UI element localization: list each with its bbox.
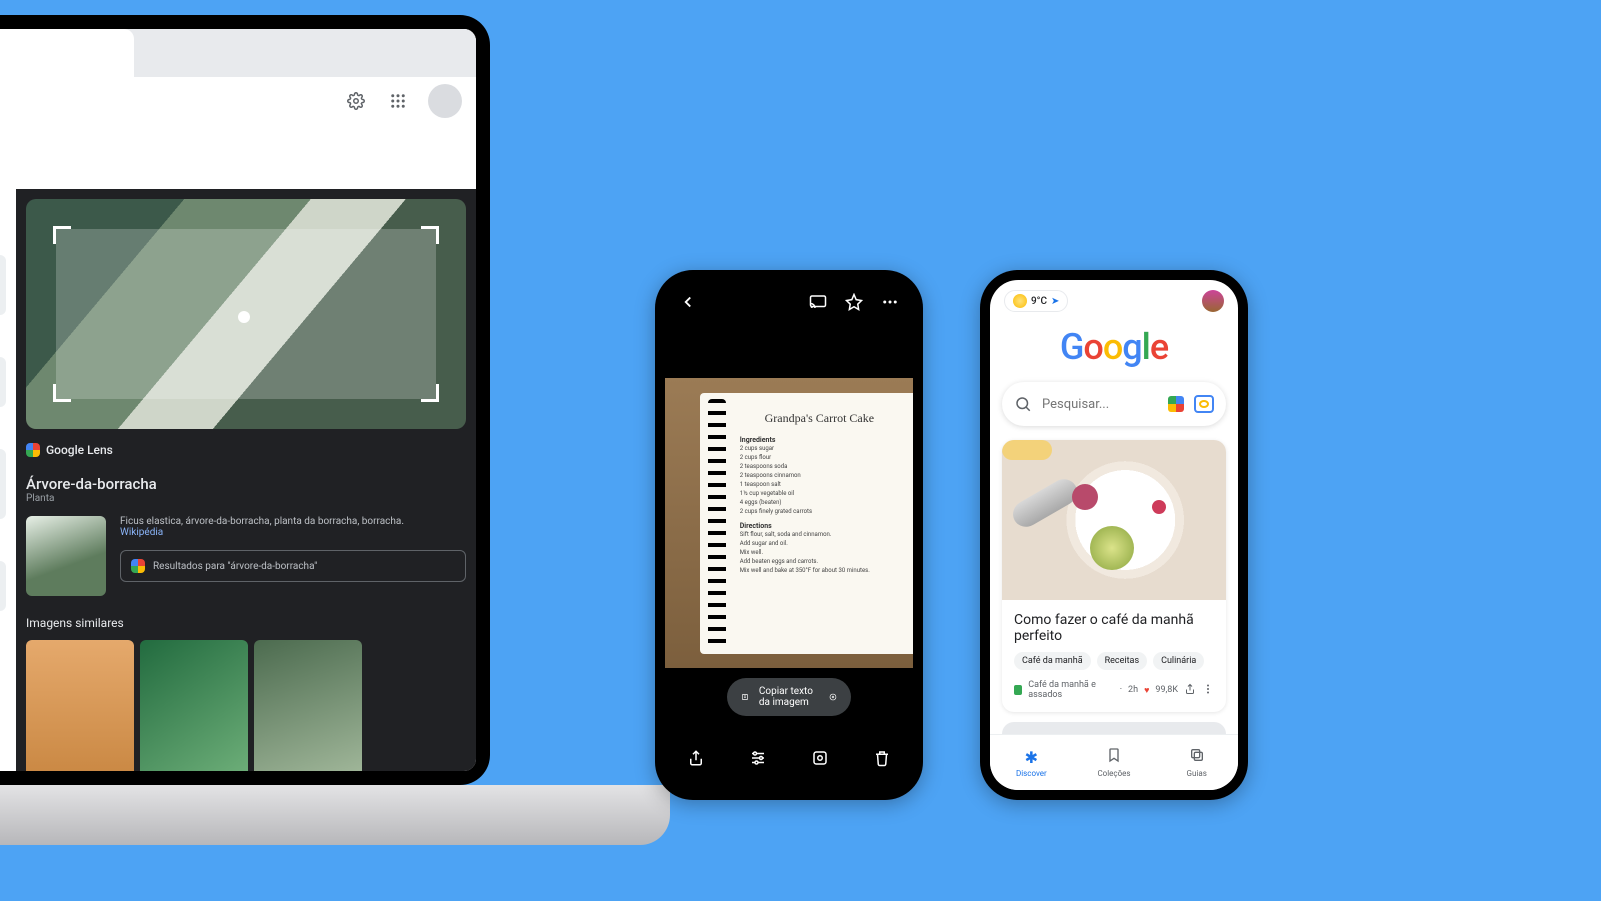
star-icon[interactable] <box>845 293 863 315</box>
similar-image[interactable] <box>140 640 248 771</box>
delete-icon[interactable] <box>873 749 891 771</box>
ingredient-line: 4 eggs (beaten) <box>740 498 899 507</box>
weather-pill[interactable]: 9°C ➤ <box>1004 290 1068 312</box>
ingredient-line: 2 cups flour <box>740 453 899 462</box>
photo-viewport[interactable]: Grandpa's Carrot Cake Ingredients 2 cups… <box>665 378 913 668</box>
card-title: Como fazer o café da manhã perfeito <box>1002 600 1226 652</box>
account-avatar[interactable] <box>1202 290 1224 312</box>
copy-text-button[interactable]: Copiar texto da imagem <box>727 678 851 716</box>
bookmark-icon <box>1106 747 1122 767</box>
search-placeholder: Pesquisar... <box>1042 397 1158 412</box>
bottom-nav: ✱ Discover Coleções Guias <box>990 734 1238 790</box>
more-icon[interactable] <box>881 293 899 315</box>
account-avatar[interactable] <box>428 84 462 118</box>
crop-overlay[interactable] <box>56 229 436 399</box>
google-logo: Google <box>990 326 1238 368</box>
card-image <box>1002 440 1226 600</box>
search-field[interactable]: Pesquisar... <box>1002 382 1226 426</box>
directions-heading: Directions <box>740 522 899 530</box>
phone-google-app-mockup: 9°C ➤ Google Pesquisar... Como fazer o c… <box>980 270 1248 800</box>
direction-line: Add beaten eggs and carrots. <box>740 557 899 566</box>
tune-icon[interactable] <box>749 749 767 771</box>
ingredient-line: 2 teaspoons cinnamon <box>740 471 899 480</box>
ingredient-line: 1½ cup vegetable oil <box>740 489 899 498</box>
back-button[interactable] <box>679 293 697 315</box>
focus-dot-icon <box>238 311 250 323</box>
share-icon[interactable] <box>687 749 705 771</box>
camera-lens-icon[interactable] <box>1194 395 1214 413</box>
direction-line: Sift flour, salt, soda and cinnamon. <box>740 530 899 539</box>
result-subtitle: Planta <box>26 493 466 504</box>
result-title: Árvore-da-borracha <box>26 475 466 493</box>
lens-brand-label: Google Lens <box>26 443 466 457</box>
google-lens-panel: Google Lens Árvore-da-borracha Planta Fi… <box>16 189 476 771</box>
result-description: Ficus elastica, árvore-da-borracha, plan… <box>120 516 466 527</box>
share-icon[interactable] <box>1184 683 1196 698</box>
laptop-mockup: Google Lens Árvore-da-borracha Planta Fi… <box>0 15 510 835</box>
result-thumbnail[interactable] <box>26 516 106 596</box>
discover-icon: ✱ <box>1025 748 1038 767</box>
discover-card[interactable]: Como fazer o café da manhã perfeito Café… <box>1002 440 1226 712</box>
ingredient-line: 2 cups sugar <box>740 444 899 453</box>
nav-discover[interactable]: ✱ Discover <box>990 735 1073 790</box>
temperature-label: 9°C <box>1031 296 1047 307</box>
result-source-link[interactable]: Wikipédia <box>120 527 163 538</box>
direction-line: Add sugar and oil. <box>740 539 899 548</box>
settings-gear-icon[interactable] <box>344 89 368 113</box>
sun-icon <box>1013 294 1027 308</box>
nav-collections[interactable]: Coleções <box>1073 735 1156 790</box>
heart-icon[interactable]: ♥ <box>1144 685 1149 696</box>
ingredient-line: 2 cups finely grated carrots <box>740 507 899 516</box>
mic-icon[interactable] <box>1168 396 1184 412</box>
similar-image[interactable] <box>254 640 362 771</box>
topic-chip[interactable]: Café da manhã <box>1014 652 1091 670</box>
similar-image[interactable] <box>26 640 134 771</box>
card-time: 2h <box>1128 685 1138 695</box>
search-results-column <box>0 189 16 771</box>
ingredients-heading: Ingredients <box>740 436 899 444</box>
search-icon <box>1014 395 1032 413</box>
google-lens-icon <box>131 559 145 573</box>
direction-line: Mix well and bake at 350°F for about 30 … <box>740 566 899 575</box>
browser-chrome <box>0 29 476 189</box>
browser-tab[interactable] <box>0 29 134 77</box>
recipe-page: Grandpa's Carrot Cake Ingredients 2 cups… <box>700 393 913 654</box>
google-lens-icon <box>26 443 40 457</box>
card-likes: 99,8K <box>1155 685 1178 695</box>
more-icon[interactable] <box>1202 683 1214 698</box>
similar-images-heading: Imagens similares <box>26 616 466 630</box>
direction-line: Mix well. <box>740 548 899 557</box>
topic-chip[interactable]: Culinária <box>1153 652 1204 670</box>
ingredient-line: 1 teaspoon salt <box>740 480 899 489</box>
results-button[interactable]: Resultados para "árvore-da-borracha" <box>120 550 466 582</box>
topic-chip[interactable]: Receitas <box>1097 652 1147 670</box>
location-arrow-icon: ➤ <box>1051 296 1059 307</box>
nav-guides[interactable]: Guias <box>1155 735 1238 790</box>
cast-icon[interactable] <box>809 293 827 315</box>
recipe-title: Grandpa's Carrot Cake <box>740 411 899 426</box>
guides-icon <box>1189 747 1205 767</box>
lens-icon[interactable] <box>811 749 829 771</box>
phone-photos-mockup: Grandpa's Carrot Cake Ingredients 2 cups… <box>655 270 923 800</box>
ingredient-line: 2 teaspoons soda <box>740 462 899 471</box>
favicon-icon <box>1014 685 1022 695</box>
lens-source-image[interactable] <box>26 199 466 429</box>
apps-grid-icon[interactable] <box>386 89 410 113</box>
close-icon[interactable] <box>829 690 837 704</box>
card-source: Café da manhã e assados <box>1028 680 1113 700</box>
